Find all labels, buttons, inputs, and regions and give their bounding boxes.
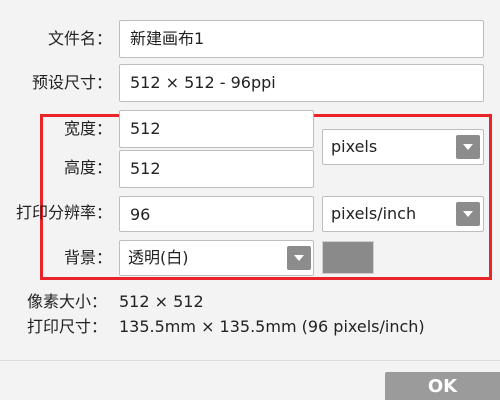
footer-divider [0,360,500,361]
print-size-label: 打印尺寸： [27,317,108,336]
resolution-input[interactable]: 96 [119,196,314,232]
chevron-down-icon [294,255,304,261]
chevron-down-icon [463,144,473,150]
resolution-label: 打印分辨率： [15,203,112,222]
background-select[interactable]: 透明(白) [119,240,314,276]
background-color-swatch[interactable] [322,241,374,274]
pixel-size-value: 512 × 512 [119,292,204,311]
background-value: 透明(白) [128,248,189,267]
width-label: 宽度： [63,119,112,138]
background-dropdown-button[interactable] [287,246,311,270]
height-label: 高度： [63,158,112,177]
size-unit-value: pixels [331,137,378,156]
resolution-unit-dropdown-button[interactable] [456,202,480,226]
ok-button[interactable]: OK [385,372,500,400]
size-unit-dropdown-button[interactable] [456,135,480,159]
preset-size-select[interactable]: 512 × 512 - 96ppi [119,64,484,102]
chevron-down-icon [463,211,473,217]
pixel-size-label: 像素大小： [27,292,108,311]
width-input[interactable]: 512 [119,110,314,148]
resolution-unit-value: pixels/inch [331,204,417,223]
height-input[interactable]: 512 [119,150,314,188]
filename-label: 文件名： [47,29,112,48]
filename-input[interactable]: 新建画布1 [119,20,484,58]
print-size-value: 135.5mm × 135.5mm (96 pixels/inch) [119,317,425,336]
background-label: 背景： [63,248,112,267]
preset-size-label: 预设尺寸： [31,73,112,92]
